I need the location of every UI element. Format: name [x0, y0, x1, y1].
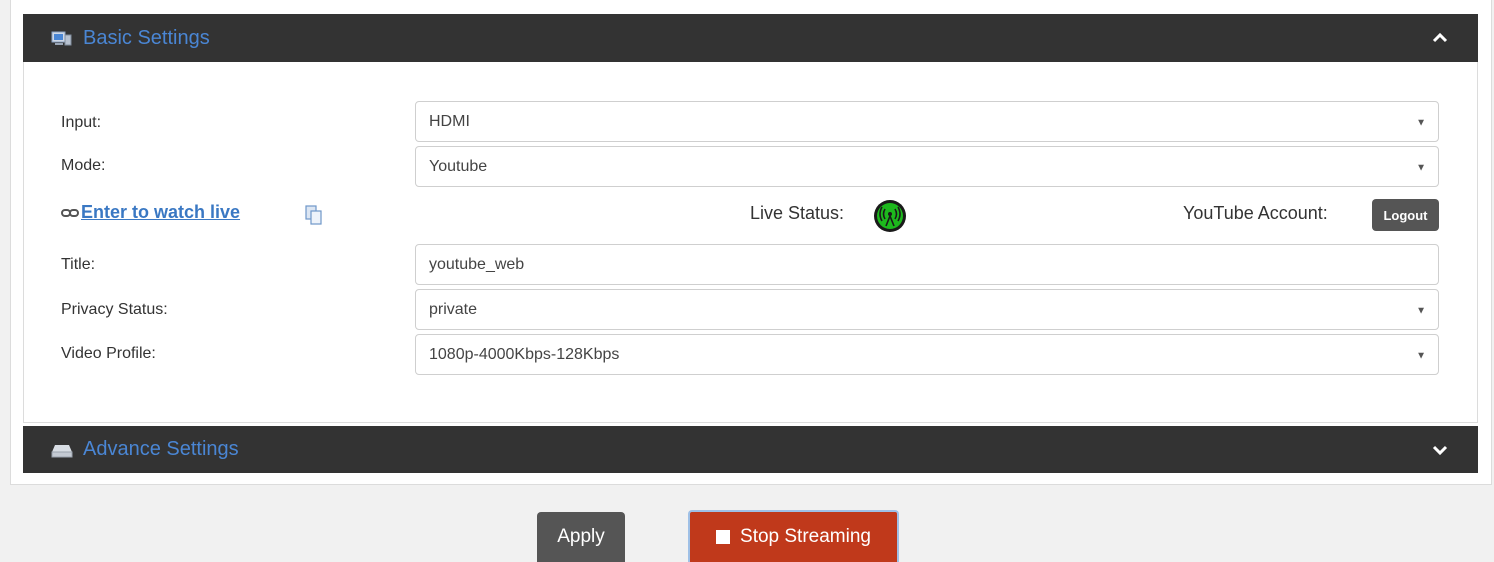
- chevron-up-icon[interactable]: [1430, 28, 1450, 48]
- apply-button[interactable]: Apply: [537, 512, 625, 562]
- title-input-value: youtube_web: [429, 255, 525, 273]
- copy-icon[interactable]: [304, 205, 324, 232]
- stop-streaming-button[interactable]: Stop Streaming: [688, 510, 899, 562]
- live-status-label: Live Status:: [750, 203, 845, 223]
- dropdown-caret-icon: ▼: [1416, 305, 1426, 317]
- live-broadcast-icon: [873, 199, 907, 238]
- stop-icon: [716, 530, 731, 544]
- title-input[interactable]: youtube_web: [415, 244, 1439, 285]
- dropdown-caret-icon: ▼: [1416, 162, 1426, 174]
- watch-live-link[interactable]: Enter to watch live: [61, 202, 240, 223]
- video-profile-select[interactable]: 1080p-4000Kbps-128Kbps ▼: [415, 334, 1439, 375]
- dropdown-caret-icon: ▼: [1416, 117, 1426, 129]
- mode-select[interactable]: Youtube ▼: [415, 146, 1439, 187]
- youtube-account-label: YouTube Account:: [1183, 203, 1328, 223]
- privacy-status-value: private: [429, 300, 478, 318]
- video-profile-label: Video Profile:: [61, 345, 156, 362]
- logout-button[interactable]: Logout: [1372, 199, 1439, 231]
- stop-streaming-label: Stop Streaming: [740, 526, 871, 547]
- privacy-status-label: Privacy Status:: [61, 301, 168, 318]
- basic-settings-header[interactable]: Basic Settings: [23, 14, 1478, 62]
- mode-select-value: Youtube: [429, 157, 488, 175]
- title-label: Title:: [61, 256, 96, 273]
- dropdown-caret-icon: ▼: [1416, 350, 1426, 362]
- drive-icon: [51, 441, 73, 459]
- chevron-down-icon[interactable]: [1430, 440, 1450, 460]
- input-select[interactable]: HDMI ▼: [415, 101, 1439, 142]
- video-profile-value: 1080p-4000Kbps-128Kbps: [429, 345, 620, 363]
- input-label: Input:: [61, 114, 102, 131]
- link-icon: [61, 208, 79, 218]
- watch-live-text: Enter to watch live: [81, 202, 241, 222]
- basic-settings-title: Basic Settings: [83, 26, 210, 49]
- advance-settings-title: Advance Settings: [83, 438, 239, 460]
- mode-label: Mode:: [61, 157, 106, 174]
- input-select-value: HDMI: [429, 112, 470, 130]
- privacy-status-select[interactable]: private ▼: [415, 289, 1439, 330]
- monitor-icon: [51, 29, 73, 47]
- advance-settings-header[interactable]: Advance Settings: [23, 426, 1478, 473]
